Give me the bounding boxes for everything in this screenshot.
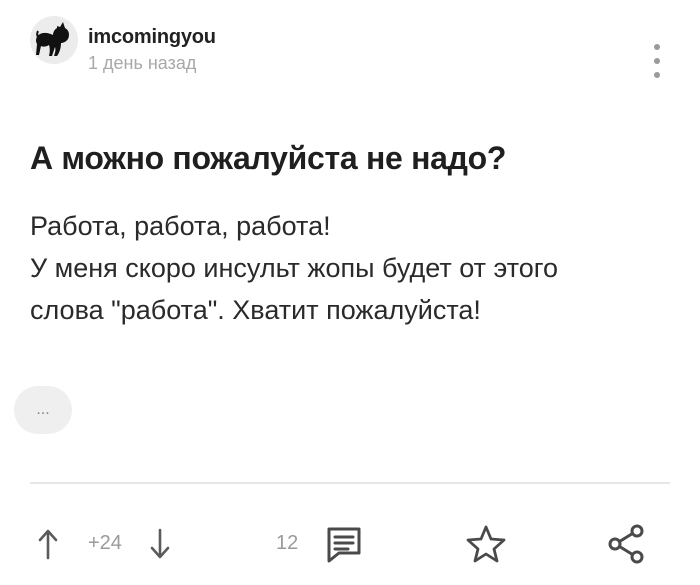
comments-count: 12 — [276, 532, 299, 554]
arrow-up-icon[interactable] — [34, 524, 62, 564]
post-timestamp: 1 день назад — [88, 53, 197, 73]
divider — [30, 482, 670, 484]
arrow-down-icon[interactable] — [146, 524, 174, 564]
post-title[interactable]: А можно пожалуйста не надо? — [30, 140, 670, 177]
menu-dot — [654, 72, 660, 78]
author-username[interactable]: imcomingyou — [88, 26, 216, 49]
menu-dot — [654, 44, 660, 50]
comment-icon[interactable] — [322, 522, 366, 566]
comments-count-wrap[interactable]: 12 — [276, 532, 298, 555]
post-body-line: слова "работа". Хватит пожалуйста! — [30, 295, 481, 325]
post-header: imcomingyou 1 день назад — [30, 16, 216, 74]
menu-dot — [654, 58, 660, 64]
expand-button[interactable]: ... — [14, 386, 72, 434]
post-body: Работа, работа, работа! У меня скоро инс… — [30, 205, 670, 331]
rating-count: +24 — [88, 532, 122, 554]
more-vertical-icon[interactable] — [650, 44, 664, 78]
share-icon[interactable] — [604, 522, 648, 566]
cat-avatar-icon[interactable] — [30, 16, 78, 64]
star-icon[interactable] — [464, 522, 508, 566]
post-body-line: У меня скоро инсульт жопы будет от этого — [30, 253, 559, 283]
action-bar: +24 12 — [0, 516, 700, 572]
rating-value: +24 — [88, 532, 122, 555]
post-card: imcomingyou 1 день назад А можно пожалуй… — [0, 0, 700, 585]
post-body-line: Работа, работа, работа! — [30, 211, 331, 241]
author-meta: imcomingyou 1 день назад — [88, 16, 216, 74]
